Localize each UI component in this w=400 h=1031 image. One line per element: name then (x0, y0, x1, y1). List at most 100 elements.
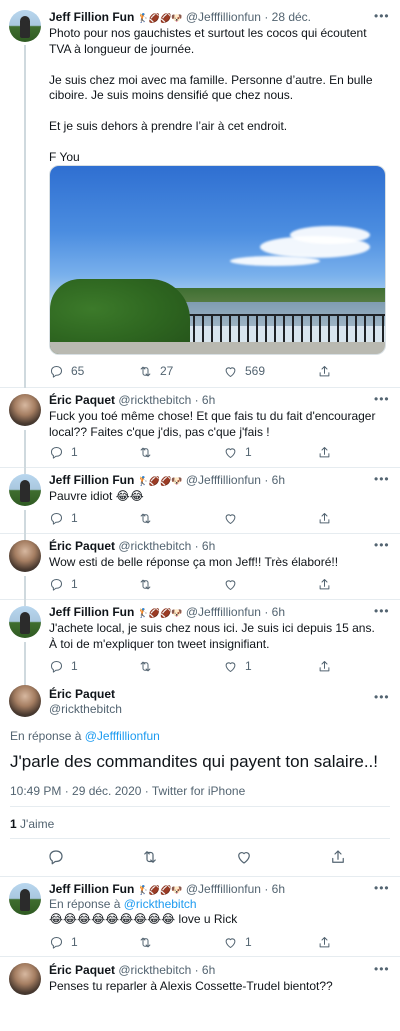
reply-prefix: En réponse à (10, 729, 82, 743)
avatar[interactable] (9, 394, 41, 426)
reply-button[interactable]: 1 (49, 444, 78, 460)
share-button[interactable] (317, 510, 332, 526)
like-button[interactable] (223, 576, 238, 592)
tweet[interactable]: Jeff Fillion Fun 🏌️🏈🏈🐶 @Jefffillionfun ·… (0, 468, 400, 534)
display-name[interactable]: Jeff Fillion Fun (49, 473, 134, 487)
more-icon[interactable]: ••• (374, 473, 389, 489)
timestamp[interactable]: · 6h (264, 605, 285, 619)
retweet-button[interactable] (138, 510, 153, 526)
display-name[interactable]: Éric Paquet (49, 393, 115, 407)
reply-tweet[interactable]: Jeff Fillion Fun 🏌️🏈🏈🐶 @Jefffillionfun ·… (0, 877, 400, 957)
timestamp[interactable]: · 6h (264, 473, 285, 487)
handle[interactable]: @rickthebitch (49, 702, 122, 716)
avatar[interactable] (9, 685, 41, 717)
reply-button[interactable] (47, 848, 65, 866)
display-name[interactable]: Jeff Fillion Fun (49, 605, 134, 619)
avatar[interactable] (9, 10, 41, 42)
retweet-button[interactable] (138, 934, 153, 950)
reply-to-link[interactable]: @Jefffillionfun (85, 729, 160, 743)
timestamp[interactable]: · 6h (195, 963, 216, 977)
more-icon[interactable]: ••• (374, 539, 389, 555)
display-name[interactable]: Éric Paquet (49, 539, 115, 553)
likes-stat[interactable]: 1 J'aime (10, 817, 54, 831)
like-button[interactable]: 1 (223, 444, 252, 460)
avatar[interactable] (9, 474, 41, 506)
like-icon (225, 366, 236, 377)
more-icon[interactable]: ••• (374, 882, 389, 898)
retweet-button[interactable] (138, 658, 153, 674)
like-button[interactable]: 569 (223, 363, 265, 379)
like-icon (225, 579, 236, 590)
share-icon (319, 578, 330, 589)
retweet-icon (140, 366, 151, 376)
avatar[interactable] (9, 883, 41, 915)
share-button[interactable] (317, 934, 332, 950)
reply-button[interactable]: 1 (49, 576, 78, 592)
handle[interactable]: @rickthebitch (118, 393, 191, 407)
tweet-header: Éric Paquet @rickthebitch · 6h (49, 963, 370, 978)
tweet[interactable]: Éric Paquet @rickthebitch · 6h ••• Fuck … (0, 388, 400, 468)
handle[interactable]: @Jefffillionfun (186, 10, 261, 24)
tweet-text: Fuck you toé même chose! Et que fais tu … (49, 409, 379, 439)
tweet-source[interactable]: Twitter for iPhone (152, 784, 245, 798)
handle[interactable]: @rickthebitch (118, 539, 191, 553)
more-icon[interactable]: ••• (374, 393, 389, 409)
handle[interactable]: @Jefffillionfun (186, 882, 261, 896)
handle[interactable]: @rickthebitch (118, 963, 191, 977)
reply-icon (51, 512, 62, 525)
share-button[interactable] (317, 576, 332, 592)
tweet[interactable]: Jeff Fillion Fun 🏌️🏈🏈🐶 @Jefffillionfun ·… (0, 600, 400, 680)
display-name[interactable]: Éric Paquet (49, 687, 115, 701)
retweet-button[interactable] (141, 848, 159, 866)
handle[interactable]: @Jefffillionfun (186, 473, 261, 487)
display-name[interactable]: Jeff Fillion Fun (49, 882, 134, 896)
more-icon[interactable]: ••• (374, 691, 389, 707)
divider (10, 806, 390, 807)
like-button[interactable] (223, 510, 238, 526)
more-icon[interactable]: ••• (374, 605, 389, 621)
tweet-header: Jeff Fillion Fun 🏌️🏈🏈🐶 @Jefffillionfun ·… (49, 605, 370, 620)
retweet-button[interactable]: 27 (138, 363, 173, 379)
share-button[interactable] (317, 444, 332, 460)
reply-to-link[interactable]: @rickthebitch (124, 897, 197, 911)
reply-button[interactable]: 1 (49, 934, 78, 950)
like-button[interactable]: 1 (223, 934, 252, 950)
like-button[interactable] (235, 848, 253, 866)
display-name[interactable]: Jeff Fillion Fun (49, 10, 134, 24)
share-button[interactable] (317, 658, 332, 674)
avatar[interactable] (9, 963, 41, 995)
share-button[interactable] (317, 363, 332, 379)
timestamp[interactable]: · 6h (264, 882, 285, 896)
timestamp[interactable]: · 28 déc. (264, 10, 311, 24)
reply-icon (51, 578, 62, 591)
like-button[interactable]: 1 (223, 658, 252, 674)
avatar[interactable] (9, 540, 41, 572)
reply-count: 1 (71, 511, 78, 525)
retweet-icon (140, 513, 151, 523)
more-icon[interactable]: ••• (374, 10, 389, 26)
handle[interactable]: @Jefffillionfun (186, 605, 261, 619)
tweet-actions: 1 (49, 576, 380, 592)
reply-button[interactable]: 1 (49, 510, 78, 526)
more-icon[interactable]: ••• (374, 963, 389, 979)
tweet-actions: 1 1 (49, 934, 380, 950)
name-emojis: 🏌️🏈🏈🐶 (137, 13, 183, 23)
retweet-button[interactable] (138, 576, 153, 592)
share-button[interactable] (329, 848, 347, 866)
retweet-button[interactable] (138, 444, 160, 460)
tweet-photo[interactable] (49, 165, 386, 355)
reply-tweet[interactable]: Éric Paquet @rickthebitch · 6h ••• Pense… (0, 957, 400, 1031)
tweet[interactable]: Jeff Fillion Fun 🏌️🏈🏈🐶 @Jefffillionfun ·… (0, 0, 400, 388)
tweet-datetime[interactable]: 10:49 PM · 29 déc. 2020 · (10, 784, 152, 798)
avatar[interactable] (9, 606, 41, 638)
timestamp[interactable]: · 6h (195, 393, 216, 407)
reply-count: 1 (71, 935, 78, 949)
reply-context: En réponse à @rickthebitch (49, 897, 197, 911)
reply-button[interactable]: 1 (49, 658, 78, 674)
retweet-count: 27 (160, 364, 174, 378)
reply-button[interactable]: 65 (49, 363, 84, 379)
thread-line (24, 510, 26, 534)
tweet[interactable]: Éric Paquet @rickthebitch · 6h ••• Wow e… (0, 534, 400, 600)
timestamp[interactable]: · 6h (195, 539, 216, 553)
display-name[interactable]: Éric Paquet (49, 963, 115, 977)
